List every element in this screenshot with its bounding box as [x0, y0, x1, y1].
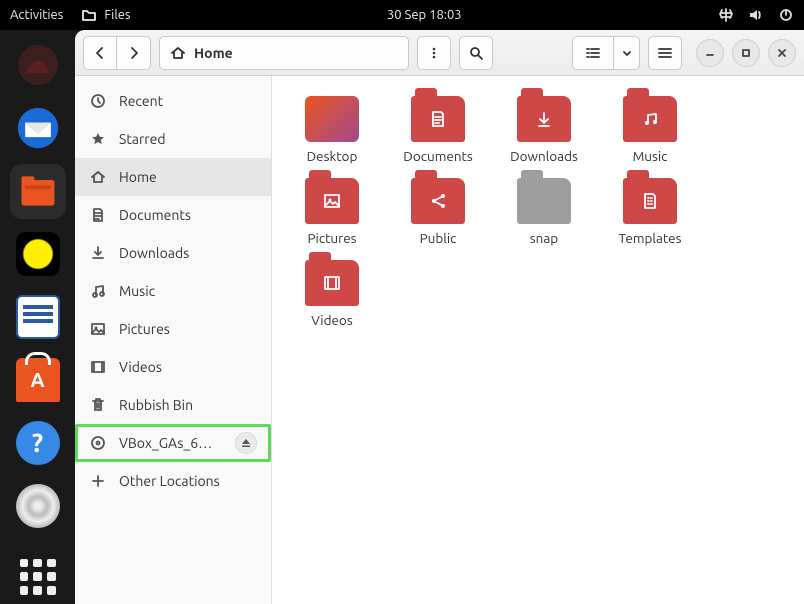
folder-icon [305, 178, 359, 224]
sidebar-item-label: Rubbish Bin [119, 397, 193, 413]
sidebar-item-label: Pictures [119, 321, 170, 337]
sidebar-item-disc[interactable]: VBox_GAs_6.… [75, 424, 271, 462]
file-item-pictures[interactable]: Pictures [282, 174, 382, 250]
close-button[interactable] [768, 39, 796, 67]
pictures-icon [89, 321, 107, 337]
file-item-downloads[interactable]: Downloads [494, 92, 594, 168]
folder-icon [81, 7, 97, 23]
folder-icon [517, 96, 571, 142]
sidebar-item-trash[interactable]: Rubbish Bin [75, 386, 271, 424]
sidebar-item-documents[interactable]: Documents [75, 196, 271, 234]
dock-item-software[interactable] [10, 352, 66, 407]
search-button[interactable] [459, 36, 493, 70]
document-icon [89, 207, 107, 223]
sidebar-item-label: VBox_GAs_6.… [119, 435, 214, 451]
file-item-public[interactable]: Public [388, 174, 488, 250]
folder-icon [411, 178, 465, 224]
sidebar-item-pictures[interactable]: Pictures [75, 310, 271, 348]
file-label: Pictures [286, 230, 378, 246]
file-item-templates[interactable]: Templates [600, 174, 700, 250]
file-item-documents[interactable]: Documents [388, 92, 488, 168]
file-label: Desktop [286, 148, 378, 164]
clock-icon [89, 93, 107, 109]
app-menu-label: Files [104, 8, 130, 22]
activities-button[interactable]: Activities [10, 8, 63, 22]
sidebar-item-starred[interactable]: Starred [75, 120, 271, 158]
file-item-desktop[interactable]: Desktop [282, 92, 382, 168]
file-label: Templates [604, 230, 696, 246]
app-menu[interactable]: Files [81, 7, 130, 23]
content-area: Desktop Documents Downloads Music Pictur… [272, 76, 804, 604]
files-window: Home Recent [75, 30, 804, 604]
sidebar-item-videos[interactable]: Videos [75, 348, 271, 386]
dock-item-files[interactable] [10, 164, 66, 219]
music-icon [89, 283, 107, 299]
path-location: Home [194, 45, 233, 61]
back-button[interactable] [83, 36, 117, 70]
sidebar-item-recent[interactable]: Recent [75, 82, 271, 120]
location-options-button[interactable] [417, 36, 451, 70]
view-options-button[interactable] [614, 36, 640, 70]
disc-icon [89, 435, 107, 451]
dock: ? [0, 30, 75, 604]
clock[interactable]: 30 Sep 18:03 [387, 8, 462, 22]
file-label: Downloads [498, 148, 590, 164]
file-label: Videos [286, 312, 378, 328]
sidebar-item-downloads[interactable]: Downloads [75, 234, 271, 272]
sidebar-item-label: Recent [119, 93, 163, 109]
folder-icon [623, 96, 677, 142]
dock-item-help[interactable]: ? [10, 415, 66, 470]
plus-icon [89, 473, 107, 489]
sidebar: Recent Starred Home Documents Downloads [75, 76, 272, 604]
dock-item-disc[interactable] [10, 478, 66, 533]
trash-icon [89, 397, 107, 413]
header-bar: Home [75, 30, 804, 76]
maximize-button[interactable] [732, 39, 760, 67]
file-label: snap [498, 230, 590, 246]
videos-icon [89, 359, 107, 375]
desktop-icon [305, 96, 359, 142]
sidebar-item-other-locations[interactable]: Other Locations [75, 462, 271, 500]
file-item-snap[interactable]: snap [494, 174, 594, 250]
download-icon [89, 245, 107, 261]
sidebar-item-label: Downloads [119, 245, 189, 261]
sidebar-item-label: Other Locations [119, 473, 220, 489]
network-icon[interactable] [718, 7, 734, 23]
file-item-music[interactable]: Music [600, 92, 700, 168]
dock-item-show-applications[interactable] [10, 549, 66, 604]
folder-icon [623, 178, 677, 224]
volume-icon[interactable] [748, 7, 764, 23]
file-label: Music [604, 148, 696, 164]
forward-button[interactable] [117, 36, 151, 70]
folder-icon [411, 96, 465, 142]
star-icon [89, 131, 107, 147]
home-icon [89, 169, 107, 185]
sidebar-item-label: Documents [119, 207, 191, 223]
file-label: Documents [392, 148, 484, 164]
sidebar-item-label: Videos [119, 359, 162, 375]
home-icon [170, 45, 186, 61]
dock-item-libreoffice-writer[interactable] [10, 290, 66, 345]
hamburger-menu-button[interactable] [648, 36, 682, 70]
dock-item-thunderbird[interactable] [10, 101, 66, 156]
sidebar-item-music[interactable]: Music [75, 272, 271, 310]
gnome-top-bar: Activities Files 30 Sep 18:03 [0, 0, 804, 30]
file-label: Public [392, 230, 484, 246]
sidebar-item-home[interactable]: Home [75, 158, 271, 196]
dock-item-places[interactable] [10, 38, 66, 93]
sidebar-item-label: Starred [119, 131, 166, 147]
folder-icon [517, 178, 571, 224]
sidebar-item-label: Home [119, 169, 157, 185]
sidebar-item-label: Music [119, 283, 155, 299]
path-bar[interactable]: Home [159, 36, 409, 70]
power-icon[interactable] [778, 7, 794, 23]
folder-icon [305, 260, 359, 306]
dock-item-rhythmbox[interactable] [10, 227, 66, 282]
minimize-button[interactable] [696, 39, 724, 67]
view-list-button[interactable] [572, 36, 614, 70]
eject-button[interactable] [235, 432, 257, 454]
file-item-videos[interactable]: Videos [282, 256, 382, 332]
